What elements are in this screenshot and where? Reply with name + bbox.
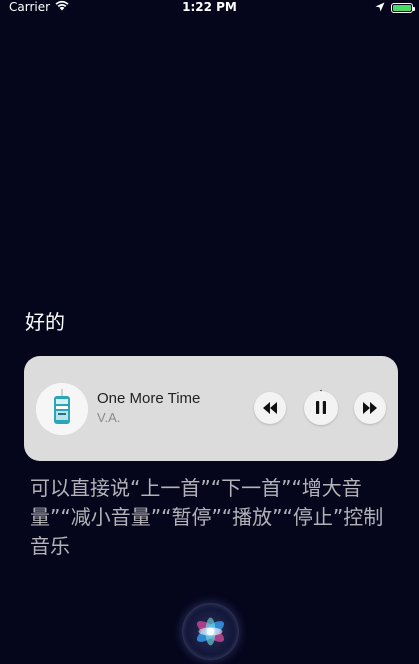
siri-response: 好的 [25, 310, 65, 334]
track-title: One More Time [97, 390, 201, 407]
siri-waveform-icon [196, 617, 225, 646]
fast-forward-icon [363, 399, 377, 418]
fast-forward-button[interactable] [354, 392, 386, 424]
battery-icon [391, 3, 415, 13]
location-arrow-icon [375, 1, 385, 15]
pause-icon [316, 399, 326, 418]
rewind-icon [263, 399, 277, 418]
music-card[interactable]: One More Time V.A. [24, 356, 398, 461]
album-art [36, 383, 88, 435]
siri-hint: 可以直接说“上一首”“下一首”“增大音量”“减小音量”“暂停”“播放”“停止”控… [30, 476, 384, 558]
siri-orb-button[interactable] [182, 603, 239, 660]
track-artist: V.A. [97, 410, 121, 425]
pause-button[interactable] [304, 391, 338, 425]
status-right [375, 1, 415, 15]
status-bar: Carrier 1:22 PM [0, 0, 419, 14]
status-time: 1:22 PM [182, 0, 237, 14]
battery-tip [413, 7, 415, 11]
rewind-button[interactable] [254, 392, 286, 424]
battery-fill [393, 5, 411, 11]
